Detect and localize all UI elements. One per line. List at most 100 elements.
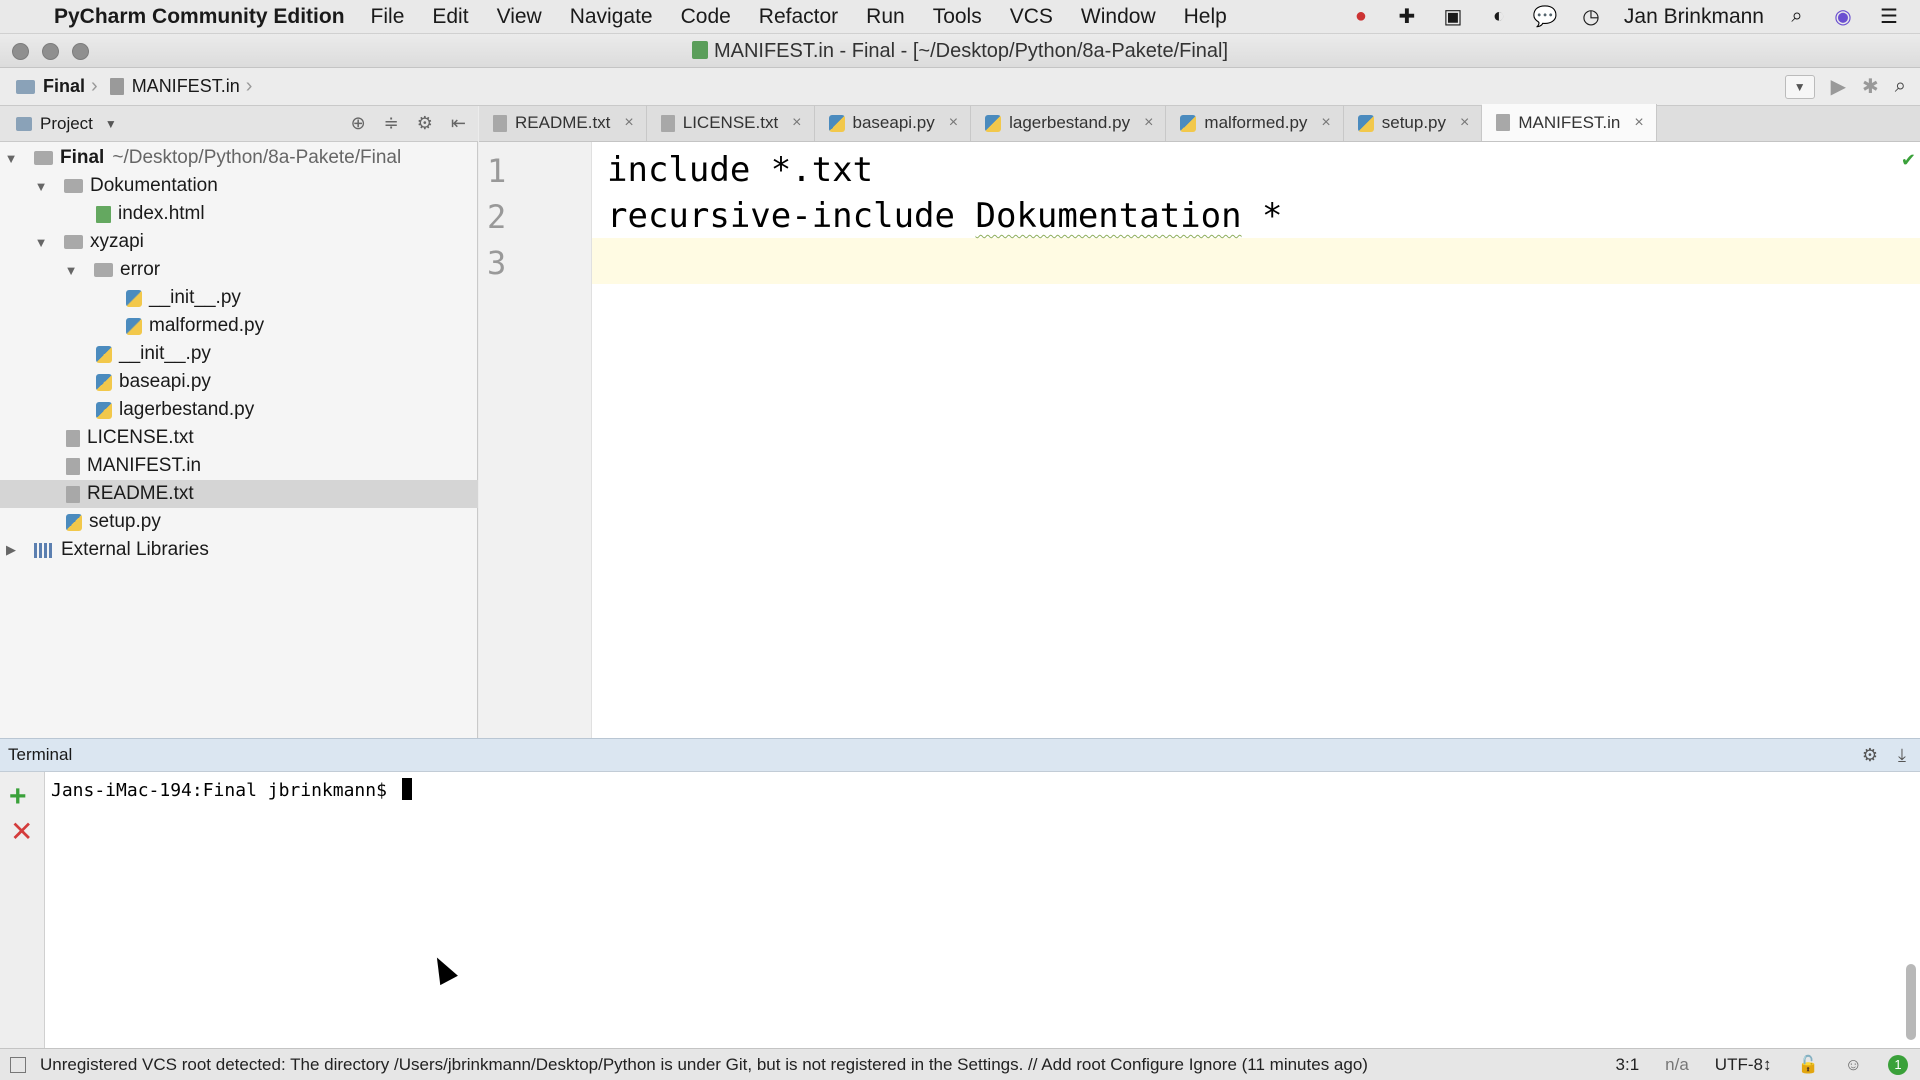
close-session-icon[interactable]: ✕: [10, 818, 33, 846]
window-titlebar: MANIFEST.in - Final - [~/Desktop/Python/…: [0, 34, 1920, 68]
inspection-ok-icon[interactable]: ✔: [1901, 150, 1916, 171]
gear-icon[interactable]: ⚙: [1862, 745, 1878, 766]
app-menu[interactable]: PyCharm Community Edition: [54, 5, 345, 29]
menu-view[interactable]: View: [497, 5, 542, 29]
terminal-header: Terminal ⚙ ⤓: [0, 738, 1920, 772]
code-line-1[interactable]: include *.txt: [607, 150, 873, 190]
terminal-scrollbar[interactable]: [1906, 964, 1916, 1040]
tab-readme[interactable]: README.txt ×: [479, 105, 647, 141]
terminal-prompt[interactable]: Jans-iMac-194:Final jbrinkmann$: [51, 778, 412, 801]
caret-position[interactable]: 3:1: [1616, 1055, 1640, 1075]
menu-help[interactable]: Help: [1184, 5, 1227, 29]
run-icon[interactable]: ▶: [1831, 74, 1846, 99]
file-encoding[interactable]: UTF-8↕: [1715, 1055, 1772, 1075]
python-file-icon: [126, 317, 142, 335]
tree-item-file[interactable]: __init__.py: [0, 340, 478, 368]
expanded-arrow-icon[interactable]: ▼: [64, 263, 78, 278]
new-session-icon[interactable]: +: [9, 782, 27, 812]
terminal-output[interactable]: Jans-iMac-194:Final jbrinkmann$: [45, 772, 1920, 1048]
tree-item-root[interactable]: ▼ Final ~/Desktop/Python/8a-Pakete/Final: [0, 144, 478, 172]
package-folder-icon: [94, 263, 113, 277]
search-everywhere-icon[interactable]: ⌕: [1895, 75, 1906, 98]
expanded-arrow-icon[interactable]: ▼: [34, 179, 48, 194]
line-number: 2: [487, 198, 507, 236]
tree-item-file[interactable]: index.html: [0, 200, 478, 228]
leaf-icon[interactable]: ◐: [1486, 4, 1512, 30]
locate-file-icon[interactable]: ⊕: [351, 113, 366, 134]
close-icon[interactable]: ×: [1321, 114, 1330, 132]
notification-center-icon[interactable]: ☰: [1876, 4, 1902, 30]
menu-window[interactable]: Window: [1081, 5, 1156, 29]
menu-navigate[interactable]: Navigate: [570, 5, 653, 29]
creative-cloud-icon[interactable]: ●: [1348, 4, 1374, 30]
tree-item-file[interactable]: baseapi.py: [0, 368, 478, 396]
menu-tools[interactable]: Tools: [933, 5, 982, 29]
tree-item-external-libraries[interactable]: ▶ External Libraries: [0, 536, 478, 564]
inspector-icon[interactable]: ☺: [1845, 1055, 1862, 1075]
project-view-icon: [16, 116, 32, 131]
user-name[interactable]: Jan Brinkmann: [1624, 5, 1764, 29]
vcs-notification-message[interactable]: Unregistered VCS root detected: The dire…: [40, 1055, 1420, 1075]
python-file-icon: [96, 401, 112, 419]
tree-item-file[interactable]: __init__.py: [0, 284, 478, 312]
lock-icon[interactable]: 🔓: [1797, 1055, 1818, 1075]
tree-item-file[interactable]: lagerbestand.py: [0, 396, 478, 424]
hide-panel-icon[interactable]: ⤓: [1898, 745, 1906, 766]
tree-item-folder[interactable]: ▼ Dokumentation: [0, 172, 478, 200]
time-machine-icon[interactable]: ◷: [1578, 4, 1604, 30]
python-file-icon: [96, 373, 112, 391]
siri-icon[interactable]: ◉: [1830, 4, 1856, 30]
run-configuration-dropdown[interactable]: ▼: [1784, 74, 1815, 99]
collapsed-arrow-icon[interactable]: ▶: [4, 542, 18, 558]
tree-item-file[interactable]: LICENSE.txt: [0, 424, 478, 452]
collapse-all-icon[interactable]: ≑: [384, 113, 399, 134]
event-log-badge[interactable]: 1: [1888, 1054, 1908, 1075]
python-file-icon: [985, 114, 1002, 132]
tree-item-folder[interactable]: ▼ error: [0, 256, 478, 284]
menu-refactor[interactable]: Refactor: [759, 5, 838, 29]
menu-edit[interactable]: Edit: [432, 5, 468, 29]
breadcrumb-file[interactable]: MANIFEST.in: [132, 76, 240, 97]
tab-license[interactable]: LICENSE.txt ×: [647, 105, 815, 141]
tree-item-file[interactable]: MANIFEST.in: [0, 452, 478, 480]
menu-run[interactable]: Run: [866, 5, 905, 29]
code-line-2[interactable]: recursive-include Dokumentation *: [607, 196, 1283, 236]
breadcrumb-project[interactable]: Final: [43, 76, 85, 97]
tree-item-file[interactable]: setup.py: [0, 508, 478, 536]
menu-vcs[interactable]: VCS: [1010, 5, 1053, 29]
tree-item-file[interactable]: malformed.py: [0, 312, 478, 340]
project-view-selector[interactable]: Project: [40, 114, 93, 134]
debug-icon[interactable]: ✱: [1862, 74, 1879, 99]
expanded-arrow-icon[interactable]: ▼: [34, 235, 48, 250]
screen-recorder-icon[interactable]: ▣: [1440, 4, 1466, 30]
chat-bubble-icon[interactable]: 💬: [1532, 4, 1558, 30]
line-separator[interactable]: n/a: [1665, 1055, 1689, 1075]
tree-item-folder[interactable]: ▼ xyzapi: [0, 228, 478, 256]
tab-malformed[interactable]: malformed.py ×: [1166, 105, 1344, 141]
python-file-icon: [828, 114, 845, 132]
expanded-arrow-icon[interactable]: ▼: [4, 151, 18, 166]
chevron-down-icon[interactable]: ▼: [105, 117, 117, 131]
close-icon[interactable]: ×: [1460, 114, 1469, 132]
close-icon[interactable]: ×: [1144, 114, 1153, 132]
code-editor[interactable]: 1 2 3 include *.txt recursive-include Do…: [479, 142, 1920, 738]
close-icon[interactable]: ×: [624, 114, 633, 132]
menu-file[interactable]: File: [371, 5, 405, 29]
tab-manifest-active[interactable]: MANIFEST.in ×: [1482, 104, 1657, 141]
tree-item-file-selected[interactable]: README.txt: [0, 480, 478, 508]
spotlight-search-icon[interactable]: ⌕: [1784, 4, 1810, 30]
close-icon[interactable]: ×: [1634, 114, 1643, 132]
tab-lagerbestand[interactable]: lagerbestand.py ×: [971, 105, 1167, 141]
hide-panel-icon[interactable]: ⇤: [451, 113, 466, 134]
project-panel-header: Project ▼ ⊕ ≑ ⚙ ⇤: [0, 106, 478, 142]
gear-icon[interactable]: ⚙: [417, 113, 433, 134]
tab-baseapi[interactable]: baseapi.py ×: [815, 105, 972, 141]
close-icon[interactable]: ×: [949, 114, 958, 132]
close-icon[interactable]: ×: [792, 114, 801, 132]
tab-setup[interactable]: setup.py ×: [1344, 105, 1483, 141]
plugin-icon[interactable]: ✚: [1394, 4, 1420, 30]
menu-code[interactable]: Code: [681, 5, 731, 29]
python-file-icon: [96, 345, 112, 363]
tool-windows-toggle-icon[interactable]: [10, 1056, 26, 1073]
window-title: MANIFEST.in - Final - [~/Desktop/Python/…: [0, 40, 1920, 63]
